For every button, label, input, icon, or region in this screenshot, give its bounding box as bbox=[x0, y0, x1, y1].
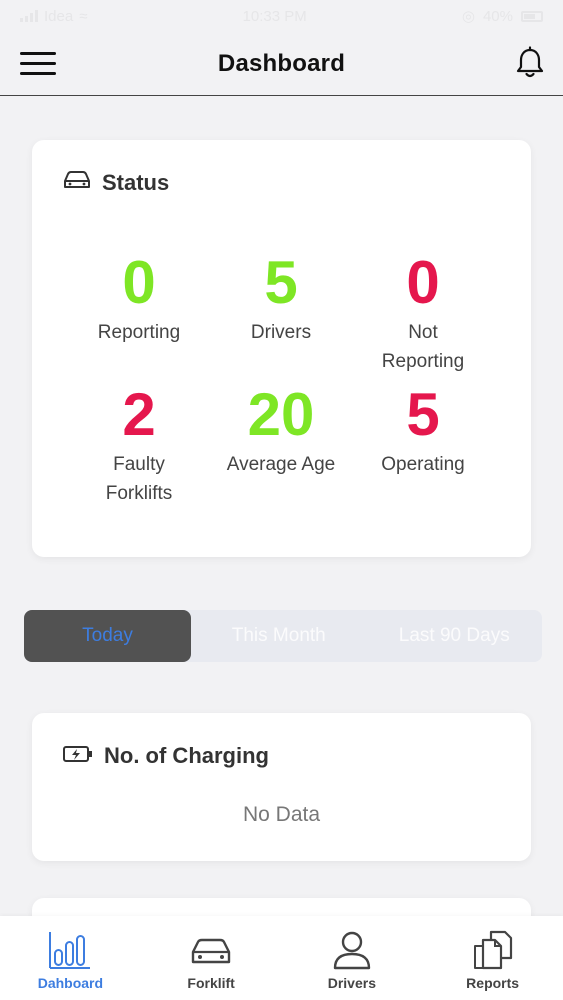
stat-label-line2: Reporting bbox=[381, 351, 465, 372]
bell-icon[interactable] bbox=[515, 46, 545, 80]
hamburger-icon[interactable] bbox=[20, 52, 56, 76]
stat-value: 20 bbox=[247, 381, 315, 448]
stat-not-reporting: 0 Not Reporting bbox=[348, 248, 498, 376]
stat-label: Average Age bbox=[226, 454, 336, 475]
tab-dashboard[interactable]: Dahboard bbox=[0, 916, 141, 1000]
tab-reports[interactable]: Reports bbox=[422, 916, 563, 1000]
tab-last-90-days[interactable]: Last 90 Days bbox=[367, 610, 543, 662]
signal-icon bbox=[20, 10, 38, 22]
period-segmented-control: Today This Month Last 90 Days bbox=[24, 610, 542, 662]
stat-value: 5 bbox=[264, 249, 298, 316]
stat-value: 0 bbox=[122, 249, 156, 316]
stat-average-age: 20 Average Age bbox=[206, 380, 356, 479]
car-icon bbox=[62, 170, 92, 196]
stat-reporting: 0 Reporting bbox=[64, 248, 214, 347]
documents-icon bbox=[471, 930, 515, 970]
battery-percent: 40% bbox=[482, 7, 513, 25]
stat-value: 2 bbox=[122, 381, 156, 448]
car-icon bbox=[189, 930, 233, 970]
charging-card-title: No. of Charging bbox=[62, 743, 269, 769]
stat-value: 0 bbox=[406, 249, 440, 316]
status-bar: Idea ≈ 10:33 PM ◎ 40% bbox=[0, 0, 563, 32]
stat-label-line1: Not bbox=[408, 322, 438, 343]
tab-this-month[interactable]: This Month bbox=[191, 610, 367, 662]
stat-label-line1: Faulty bbox=[113, 454, 165, 475]
orientation-lock-icon: ◎ bbox=[461, 8, 475, 25]
stat-operating: 5 Operating bbox=[348, 380, 498, 479]
carrier-name: Idea bbox=[44, 7, 74, 25]
no-data-text: No Data bbox=[242, 803, 321, 826]
tab-label: Dahboard bbox=[37, 975, 104, 991]
status-time: 10:33 PM bbox=[242, 7, 307, 25]
page-title: Dashboard bbox=[217, 49, 346, 77]
battery-charging-icon bbox=[62, 743, 94, 769]
user-icon bbox=[330, 930, 374, 970]
status-card: Status 0 Reporting 5 Drivers 0 Not Repor… bbox=[32, 140, 531, 557]
stat-value: 5 bbox=[406, 381, 440, 448]
stat-label: Reporting bbox=[97, 322, 181, 343]
charging-card: No. of Charging No Data bbox=[32, 713, 531, 861]
status-bar-left: Idea ≈ bbox=[20, 8, 87, 25]
stat-label-line2: Forklifts bbox=[105, 483, 173, 504]
status-title-text: Status bbox=[102, 170, 170, 195]
tab-label: Forklift bbox=[187, 975, 235, 991]
stat-label: Drivers bbox=[250, 322, 312, 343]
stat-label: Operating bbox=[381, 454, 465, 475]
tab-label: Drivers bbox=[327, 975, 376, 991]
tab-drivers[interactable]: Drivers bbox=[282, 916, 423, 1000]
wifi-icon: ≈ bbox=[79, 7, 88, 25]
battery-icon bbox=[521, 10, 543, 22]
tab-today[interactable]: Today bbox=[24, 610, 191, 662]
app-header: Dashboard bbox=[0, 32, 563, 96]
tab-label: Reports bbox=[466, 975, 520, 991]
bar-chart-icon bbox=[48, 930, 92, 970]
status-card-title: Status bbox=[62, 170, 169, 196]
stat-drivers: 5 Drivers bbox=[206, 248, 356, 347]
status-bar-right: ◎ 40% bbox=[462, 7, 543, 25]
stat-faulty-forklifts: 2 Faulty Forklifts bbox=[64, 380, 214, 508]
charging-title-text: No. of Charging bbox=[104, 743, 269, 768]
bottom-tab-bar: Dahboard Forklift Drivers Reports bbox=[0, 916, 563, 1000]
tab-forklift[interactable]: Forklift bbox=[141, 916, 282, 1000]
